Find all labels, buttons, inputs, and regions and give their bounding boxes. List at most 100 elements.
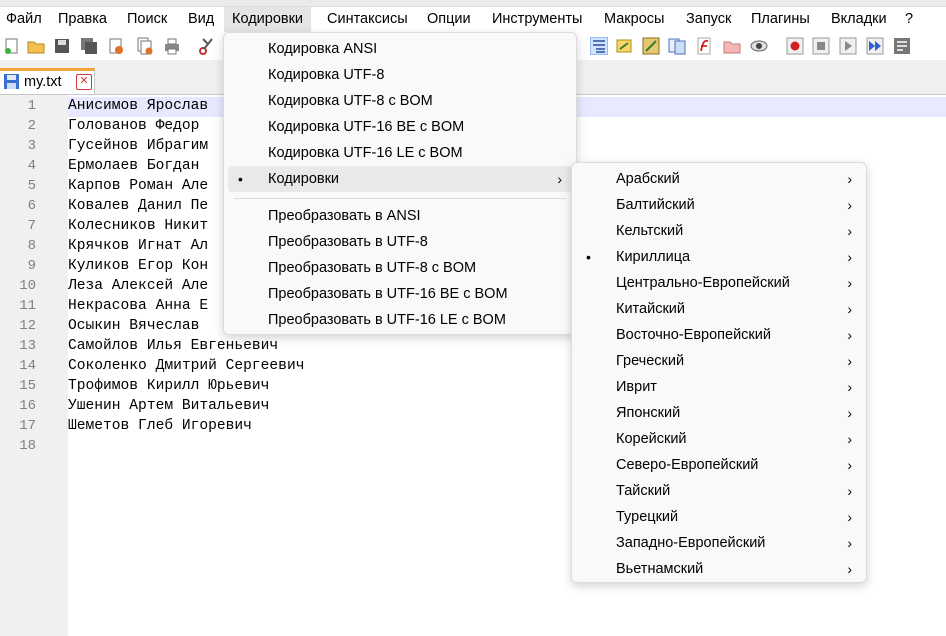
- submenu-arrow-icon: ›: [847, 301, 852, 317]
- menu-edit[interactable]: Правка: [58, 11, 107, 27]
- menu-item-character-sets[interactable]: • Кодировки ›: [228, 166, 572, 192]
- menu-view[interactable]: Вид: [188, 11, 214, 27]
- editor-line[interactable]: Шеметов Глеб Игоревич: [68, 418, 252, 434]
- editor-line[interactable]: Осыкин Вячеслав: [68, 318, 199, 334]
- editor-line[interactable]: Голованов Федор: [68, 118, 199, 134]
- charset-menu-item[interactable]: Японский ›: [576, 400, 862, 426]
- editor-line[interactable]: Колесников Никит: [68, 218, 208, 234]
- print-icon[interactable]: [163, 37, 181, 55]
- line-number: 3: [27, 138, 36, 154]
- line-number: 17: [19, 418, 36, 434]
- word-wrap-icon[interactable]: [590, 37, 608, 55]
- line-number: 9: [27, 258, 36, 274]
- line-number: 6: [27, 198, 36, 214]
- charset-menu-item[interactable]: Центрально-Европейский ›: [576, 270, 862, 296]
- save-all-icon[interactable]: [80, 37, 98, 55]
- menu-macros[interactable]: Макросы: [604, 11, 664, 27]
- stop-macro-icon[interactable]: [812, 37, 830, 55]
- menu-item-encoding-utf16be-bom[interactable]: Кодировка UTF-16 BE с BOM: [228, 114, 572, 140]
- editor-line[interactable]: Крячков Игнат Ал: [68, 238, 208, 254]
- open-file-icon[interactable]: [27, 37, 45, 55]
- menu-item-encoding-utf16le-bom[interactable]: Кодировка UTF-16 LE с BOM: [228, 140, 572, 166]
- menu-item-convert-ansi[interactable]: Преобразовать в ANSI: [228, 203, 572, 229]
- charset-menu-item[interactable]: Восточно-Европейский ›: [576, 322, 862, 348]
- editor-line[interactable]: Гусейнов Ибрагим: [68, 138, 208, 154]
- editor-line[interactable]: Ермолаев Богдан: [68, 158, 199, 174]
- menu-help[interactable]: ?: [905, 11, 913, 27]
- editor-line[interactable]: Ковалев Данил Пе: [68, 198, 208, 214]
- line-number: 15: [19, 378, 36, 394]
- menu-tools[interactable]: Инструменты: [492, 11, 582, 27]
- editor-line[interactable]: Ушенин Артем Витальевич: [68, 398, 269, 414]
- save-macro-icon[interactable]: [893, 37, 911, 55]
- editor-line[interactable]: Анисимов Ярослав: [68, 98, 208, 114]
- run-macro-multiple-icon[interactable]: [866, 37, 884, 55]
- menu-plugins[interactable]: Плагины: [751, 11, 810, 27]
- monitoring-icon[interactable]: [750, 37, 768, 55]
- editor-line[interactable]: Самойлов Илья Евгеньевич: [68, 338, 278, 354]
- editor-line[interactable]: Леза Алексей Але: [68, 278, 208, 294]
- charset-menu-item[interactable]: Китайский ›: [576, 296, 862, 322]
- menu-options[interactable]: Опции: [427, 11, 471, 27]
- menu-item-encoding-utf8-bom[interactable]: Кодировка UTF-8 с BOM: [228, 88, 572, 114]
- saved-file-icon: [4, 74, 19, 89]
- menu-item-convert-utf16be-bom[interactable]: Преобразовать в UTF-16 BE с BOM: [228, 281, 572, 307]
- menu-encoding[interactable]: Кодировки: [224, 7, 312, 32]
- menu-item-encoding-utf8[interactable]: Кодировка UTF-8: [228, 62, 572, 88]
- menu-item-encoding-ansi[interactable]: Кодировка ANSI: [228, 36, 572, 62]
- editor-line[interactable]: Куликов Егор Кон: [68, 258, 208, 274]
- editor-line[interactable]: Карпов Роман Але: [68, 178, 208, 194]
- editor-line[interactable]: Трофимов Кирилл Юрьевич: [68, 378, 269, 394]
- submenu-arrow-icon: ›: [847, 379, 852, 395]
- charset-menu-item[interactable]: Кельтский ›: [576, 218, 862, 244]
- submenu-arrow-icon: ›: [557, 171, 562, 187]
- charset-menu-item[interactable]: • Кириллица ›: [576, 244, 862, 270]
- menu-item-convert-utf8[interactable]: Преобразовать в UTF-8: [228, 229, 572, 255]
- line-number: 13: [19, 338, 36, 354]
- charset-menu-item[interactable]: Греческий ›: [576, 348, 862, 374]
- charset-menu-item[interactable]: Вьетнамский ›: [576, 556, 862, 582]
- menu-item-convert-utf8-bom[interactable]: Преобразовать в UTF-8 с BOM: [228, 255, 572, 281]
- line-number: 11: [19, 298, 36, 314]
- cut-icon[interactable]: [198, 37, 216, 55]
- charset-menu-item[interactable]: Арабский ›: [576, 166, 862, 192]
- charset-menu-item[interactable]: Корейский ›: [576, 426, 862, 452]
- close-all-icon[interactable]: [136, 37, 154, 55]
- selected-bullet-icon: •: [586, 249, 591, 265]
- play-macro-icon[interactable]: [839, 37, 857, 55]
- charset-menu-item[interactable]: Иврит ›: [576, 374, 862, 400]
- submenu-arrow-icon: ›: [847, 483, 852, 499]
- menu-run[interactable]: Запуск: [686, 11, 731, 27]
- selected-bullet-icon: •: [238, 171, 243, 187]
- charset-menu-item[interactable]: Турецкий ›: [576, 504, 862, 530]
- menu-tabs[interactable]: Вкладки: [831, 11, 887, 27]
- doc-map-icon[interactable]: [668, 37, 686, 55]
- charset-menu-item[interactable]: Западно-Европейский ›: [576, 530, 862, 556]
- close-file-icon[interactable]: [107, 37, 125, 55]
- line-number: 5: [27, 178, 36, 194]
- record-macro-icon[interactable]: [786, 37, 804, 55]
- charset-menu-item[interactable]: Балтийский ›: [576, 192, 862, 218]
- line-number: 7: [27, 218, 36, 234]
- line-number: 12: [19, 318, 36, 334]
- indent-guide-icon[interactable]: [642, 37, 660, 55]
- menu-syntax[interactable]: Синтаксисы: [327, 11, 408, 27]
- show-all-chars-icon[interactable]: [615, 37, 633, 55]
- line-number: 14: [19, 358, 36, 374]
- editor-line[interactable]: Соколенко Дмитрий Сергеевич: [68, 358, 304, 374]
- menu-item-convert-utf16le-bom[interactable]: Преобразовать в UTF-16 LE с BOM: [228, 307, 572, 333]
- menu-search[interactable]: Поиск: [127, 11, 167, 27]
- editor-line[interactable]: Некрасова Анна Е: [68, 298, 208, 314]
- new-file-icon[interactable]: [3, 37, 21, 55]
- tab-close-icon[interactable]: ✕: [76, 74, 92, 90]
- folder-workspace-icon[interactable]: [723, 37, 741, 55]
- charset-menu-item[interactable]: Тайский ›: [576, 478, 862, 504]
- submenu-arrow-icon: ›: [847, 509, 852, 525]
- tab-my-txt[interactable]: my.txt ✕: [0, 68, 95, 94]
- save-icon[interactable]: [53, 37, 71, 55]
- function-list-icon[interactable]: [695, 37, 713, 55]
- charset-menu-item[interactable]: Северо-Европейский ›: [576, 452, 862, 478]
- submenu-arrow-icon: ›: [847, 197, 852, 213]
- menu-file[interactable]: Файл: [6, 11, 42, 27]
- menubar: Файл Правка Поиск Вид Кодировки Синтакси…: [0, 7, 946, 32]
